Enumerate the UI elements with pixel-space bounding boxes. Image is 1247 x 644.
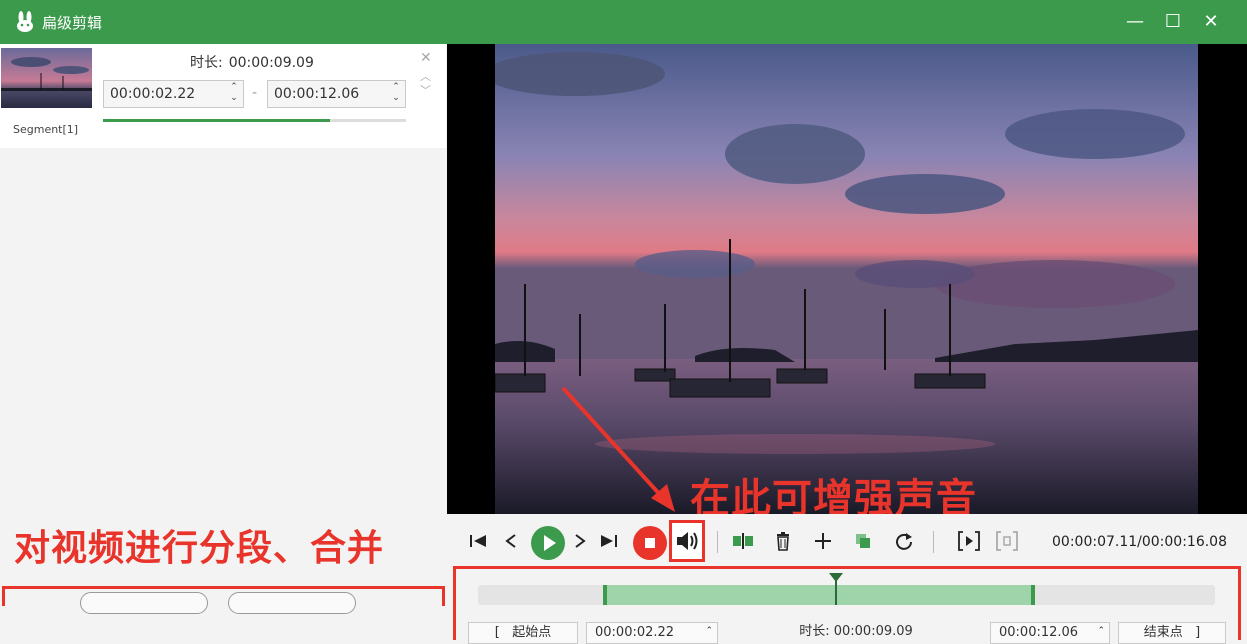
set-end-point-button[interactable] bbox=[993, 527, 1021, 555]
start-point-label: 起始点 bbox=[512, 625, 552, 640]
playback-toolbar: 00:00:07.11/00:00:16.08 bbox=[447, 514, 1247, 568]
start-time-stepper[interactable]: ⌃ ⌄ bbox=[229, 82, 239, 106]
playhead[interactable] bbox=[835, 575, 837, 605]
segment-end-time-input[interactable]: 00:00:12.06 ⌃ ⌄ bbox=[267, 80, 406, 108]
skip-start-icon bbox=[470, 535, 486, 547]
segment-close-icon[interactable]: ✕ bbox=[420, 50, 432, 66]
timeline-duration-value: 00:00:09.09 bbox=[833, 624, 913, 639]
play-button[interactable] bbox=[531, 526, 565, 560]
split-icon bbox=[733, 533, 753, 549]
plus-icon bbox=[815, 533, 831, 549]
toolbar-divider bbox=[717, 531, 718, 553]
segment-start-time-input[interactable]: 00:00:02.22 ⌃ ⌄ bbox=[103, 80, 244, 108]
previous-frame-button[interactable] bbox=[497, 527, 525, 555]
move-down-icon[interactable]: ﹀ bbox=[420, 82, 431, 98]
trash-icon bbox=[777, 532, 789, 551]
timeline-track[interactable] bbox=[478, 573, 1215, 605]
app-title: 扁级剪辑 bbox=[42, 14, 103, 32]
close-button[interactable]: ✕ bbox=[1196, 8, 1226, 36]
end-point-input[interactable]: 00:00:12.06 ⌃ bbox=[990, 622, 1110, 644]
segment-card[interactable]: Segment[1] 时长: 00:00:09.09 00:00:02.22 ⌃ ⌄… bbox=[0, 44, 446, 148]
playback-time-readout: 00:00:07.11/00:00:16.08 bbox=[1052, 534, 1227, 550]
timeline-panel: [ 起始点 00:00:02.22 ⌃ 时长: 00:00:09.09 00:0… bbox=[453, 566, 1241, 644]
rabbit-icon bbox=[17, 11, 33, 32]
annotation-highlight-box bbox=[2, 586, 445, 606]
timeline-selection[interactable] bbox=[603, 585, 1035, 605]
copy-button[interactable] bbox=[849, 527, 877, 555]
segment-progress-bar bbox=[103, 119, 406, 122]
segment-duration: 时长: 00:00:09.09 bbox=[190, 52, 320, 72]
stop-icon bbox=[645, 538, 655, 548]
stop-button[interactable] bbox=[633, 526, 667, 560]
mark-in-icon bbox=[958, 531, 980, 551]
start-point-input[interactable]: 00:00:02.22 ⌃ bbox=[586, 622, 718, 644]
chevron-left-icon bbox=[505, 534, 516, 548]
segment-progress-fill bbox=[103, 119, 331, 122]
time-separator: - bbox=[252, 85, 258, 101]
play-icon bbox=[544, 535, 556, 551]
segment-name: Segment[1] bbox=[13, 123, 79, 136]
start-point-stepper-icon[interactable]: ⌃ bbox=[705, 621, 713, 641]
segment-thumbnail[interactable] bbox=[1, 48, 92, 108]
chevron-right-icon bbox=[575, 534, 586, 548]
end-time-stepper[interactable]: ⌃ ⌄ bbox=[391, 82, 401, 106]
timeline-duration-label: 时长: bbox=[799, 624, 830, 639]
speaker-icon bbox=[677, 532, 698, 550]
split-clip-button[interactable] bbox=[729, 527, 757, 555]
minimize-button[interactable]: — bbox=[1120, 8, 1150, 36]
set-start-point-button[interactable] bbox=[955, 527, 983, 555]
split-button[interactable] bbox=[80, 592, 208, 614]
add-button[interactable] bbox=[809, 527, 837, 555]
jump-to-end-button[interactable] bbox=[595, 527, 623, 555]
mark-out-icon bbox=[996, 531, 1018, 551]
end-point-stepper-icon[interactable]: ⌃ bbox=[1097, 621, 1105, 641]
annotation-split-merge: 对视频进行分段、合并 bbox=[14, 528, 385, 569]
duration-label: 时长: bbox=[190, 55, 223, 71]
skip-end-icon bbox=[601, 535, 617, 547]
maximize-button[interactable]: ☐ bbox=[1158, 8, 1188, 36]
duration-value: 00:00:09.09 bbox=[228, 55, 314, 71]
refresh-icon bbox=[896, 533, 912, 550]
volume-enhance-button[interactable] bbox=[669, 520, 705, 562]
end-point-label: 结束点 bbox=[1143, 625, 1183, 640]
segment-start-time-value: 00:00:02.22 bbox=[110, 86, 196, 102]
start-point-button[interactable]: [ 起始点 bbox=[468, 622, 578, 644]
delete-button[interactable] bbox=[769, 527, 797, 555]
toolbar-divider bbox=[933, 531, 934, 553]
copy-icon bbox=[856, 534, 870, 548]
next-frame-button[interactable] bbox=[566, 527, 594, 555]
annotation-arrow bbox=[561, 386, 675, 512]
end-point-value: 00:00:12.06 bbox=[999, 625, 1079, 640]
reset-button[interactable] bbox=[890, 527, 918, 555]
segment-end-time-value: 00:00:12.06 bbox=[274, 86, 360, 102]
title-bar: 扁级剪辑 — ☐ ✕ bbox=[0, 0, 1247, 44]
start-point-value: 00:00:02.22 bbox=[595, 625, 675, 640]
end-point-button[interactable]: 结束点 ] bbox=[1118, 622, 1226, 644]
merge-button[interactable] bbox=[228, 592, 356, 614]
timeline-info-row: [ 起始点 00:00:02.22 ⌃ 时长: 00:00:09.09 00:0… bbox=[468, 622, 1226, 644]
jump-to-start-button[interactable] bbox=[464, 527, 492, 555]
timeline-duration: 时长: 00:00:09.09 bbox=[726, 622, 986, 644]
